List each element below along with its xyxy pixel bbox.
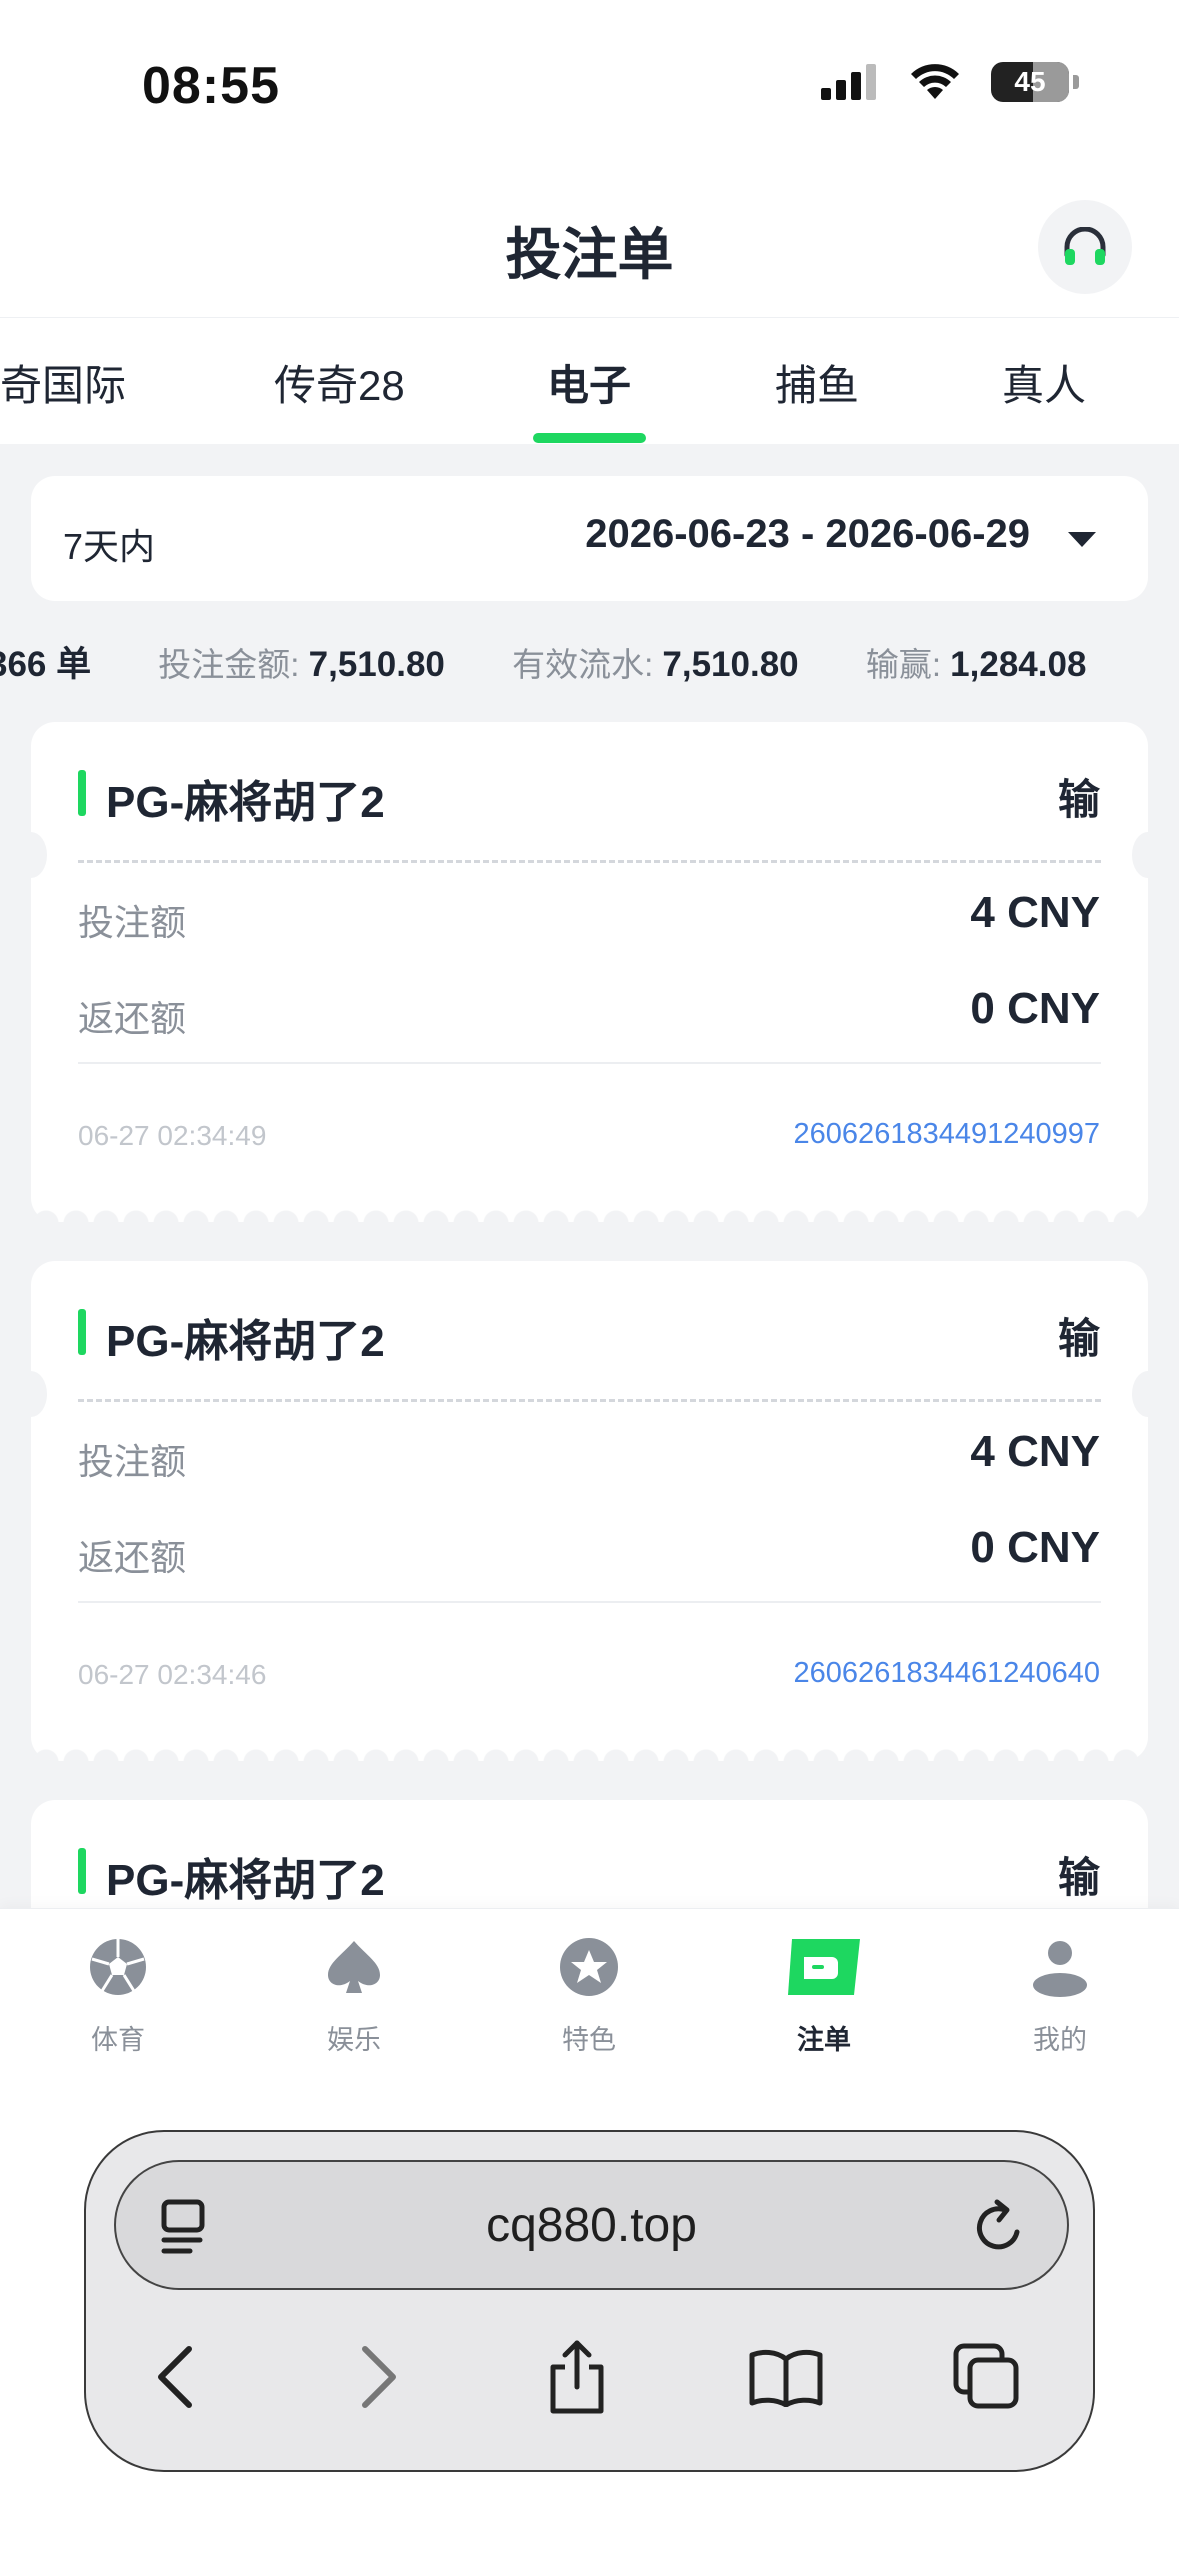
forward-button[interactable] bbox=[334, 2332, 424, 2422]
nav-label: 娱乐 bbox=[327, 2025, 381, 2055]
address-bar[interactable]: cq880.top bbox=[114, 2160, 1069, 2290]
date-range-value: 2026-06-23 - 2026-06-29 bbox=[585, 512, 1030, 556]
wifi-icon bbox=[911, 64, 959, 99]
nav-label: 注单 bbox=[797, 2025, 851, 2055]
tabs-icon bbox=[953, 2343, 1019, 2409]
soccer-ball-icon bbox=[90, 1939, 146, 1995]
chevron-left-icon bbox=[158, 2346, 192, 2408]
status-icons: 45 bbox=[821, 62, 1079, 102]
tab-dianzi[interactable]: 电子 bbox=[547, 352, 631, 413]
stake-label: 投注额 bbox=[78, 1441, 187, 1482]
share-icon bbox=[550, 2340, 604, 2414]
nav-item-mine[interactable]: 我的 bbox=[990, 1935, 1130, 2057]
reload-icon[interactable] bbox=[971, 2198, 1027, 2256]
bet-game-title: PG-麻将胡了2 bbox=[106, 778, 385, 827]
stake-value: 4 CNY bbox=[970, 888, 1100, 937]
divider bbox=[78, 1601, 1101, 1603]
divider bbox=[78, 1062, 1101, 1064]
summary-orders: 366 单 bbox=[0, 645, 92, 684]
star-icon bbox=[560, 1938, 618, 1996]
summary-turnover: 有效流水: 7,510.80 bbox=[512, 645, 799, 684]
bet-summary: 366 单 投注金额: 7,510.80 有效流水: 7,510.80 输赢: … bbox=[0, 636, 1144, 687]
caret-down-icon bbox=[1068, 532, 1096, 547]
return-value: 0 CNY bbox=[970, 984, 1100, 1033]
bet-time: 06-27 02:34:49 bbox=[78, 1120, 267, 1151]
card-accent-bar bbox=[78, 1848, 86, 1894]
scalloped-edge bbox=[31, 1744, 1148, 1762]
url-text: cq880.top bbox=[486, 2199, 697, 2252]
bet-result: 输 bbox=[1057, 1315, 1100, 1362]
nav-item-entertainment[interactable]: 娱乐 bbox=[284, 1935, 424, 2057]
headset-icon bbox=[1064, 227, 1106, 265]
return-value: 0 CNY bbox=[970, 1523, 1100, 1572]
nav-item-sports[interactable]: 体育 bbox=[48, 1935, 188, 2057]
dashed-divider bbox=[78, 860, 1101, 863]
stake-label: 投注额 bbox=[78, 902, 187, 943]
status-time: 08:55 bbox=[142, 57, 280, 115]
date-range-label: 7天内 bbox=[63, 526, 156, 567]
chevron-right-icon bbox=[362, 2346, 396, 2408]
signal-icon bbox=[821, 64, 876, 100]
bet-order-id[interactable]: 2606261834491240997 bbox=[794, 1118, 1100, 1151]
return-label: 返还额 bbox=[78, 1537, 187, 1578]
scalloped-edge bbox=[31, 1205, 1148, 1223]
card-accent-bar bbox=[78, 770, 86, 816]
bet-card[interactable]: PG-麻将胡了2 输 投注额 4 CNY 返还额 0 CNY 06-27 02:… bbox=[15, 1261, 1164, 1762]
return-label: 返还额 bbox=[78, 998, 187, 1039]
battery-indicator: 45 bbox=[991, 62, 1069, 102]
tab-zhenren[interactable]: 真人 bbox=[1002, 352, 1086, 413]
nav-item-bets[interactable]: 注单 bbox=[754, 1935, 894, 2057]
card-accent-bar bbox=[78, 1309, 86, 1355]
category-tabs: 奇国际 传奇28 电子 捕鱼 真人 bbox=[0, 318, 1179, 444]
page-title: 投注单 bbox=[505, 223, 674, 286]
summary-bet-amount: 投注金额: 7,510.80 bbox=[158, 645, 445, 684]
user-icon bbox=[1033, 1941, 1087, 1997]
nav-label: 特色 bbox=[562, 2025, 616, 2055]
dashed-divider bbox=[78, 1399, 1101, 1402]
bet-result: 输 bbox=[1057, 1854, 1100, 1901]
bet-result: 输 bbox=[1057, 776, 1100, 823]
bookmarks-button[interactable] bbox=[741, 2332, 831, 2422]
ticket-icon bbox=[788, 1939, 860, 1995]
battery-cap bbox=[1073, 75, 1079, 89]
bet-order-id[interactable]: 2606261834461240640 bbox=[794, 1657, 1100, 1690]
support-button[interactable] bbox=[1038, 200, 1132, 294]
tabs-button[interactable] bbox=[942, 2332, 1032, 2422]
bet-game-title: PG-麻将胡了2 bbox=[106, 1856, 385, 1905]
spade-icon bbox=[328, 1941, 380, 1993]
tab-guoji[interactable]: 奇国际 bbox=[0, 352, 126, 413]
bet-card[interactable]: PG-麻将胡了2 输 投注额 4 CNY 返还额 0 CNY 06-27 02:… bbox=[15, 722, 1164, 1223]
book-icon bbox=[749, 2349, 823, 2407]
share-button[interactable] bbox=[532, 2332, 622, 2422]
status-bar: 08:55 45 bbox=[0, 0, 1179, 160]
nav-label: 我的 bbox=[1033, 2025, 1087, 2055]
browser-toolbar: cq880.top bbox=[84, 2130, 1095, 2472]
page-header: 投注单 bbox=[0, 160, 1179, 318]
tab-chuanqi28[interactable]: 传奇28 bbox=[274, 352, 405, 413]
tab-buyu[interactable]: 捕鱼 bbox=[775, 352, 859, 413]
nav-label: 体育 bbox=[91, 2025, 145, 2055]
stake-value: 4 CNY bbox=[970, 1427, 1100, 1476]
back-button[interactable] bbox=[130, 2332, 220, 2422]
nav-item-special[interactable]: 特色 bbox=[519, 1935, 659, 2057]
active-tab-indicator bbox=[533, 433, 646, 443]
summary-winloss: 输赢: 1,284.08 bbox=[865, 645, 1087, 684]
bet-time: 06-27 02:34:46 bbox=[78, 1659, 267, 1690]
bottom-nav: 体育 娱乐 特色 注单 我的 bbox=[0, 1908, 1179, 2080]
date-range-filter[interactable]: 7天内 2026-06-23 - 2026-06-29 bbox=[31, 476, 1148, 601]
bet-game-title: PG-麻将胡了2 bbox=[106, 1317, 385, 1366]
